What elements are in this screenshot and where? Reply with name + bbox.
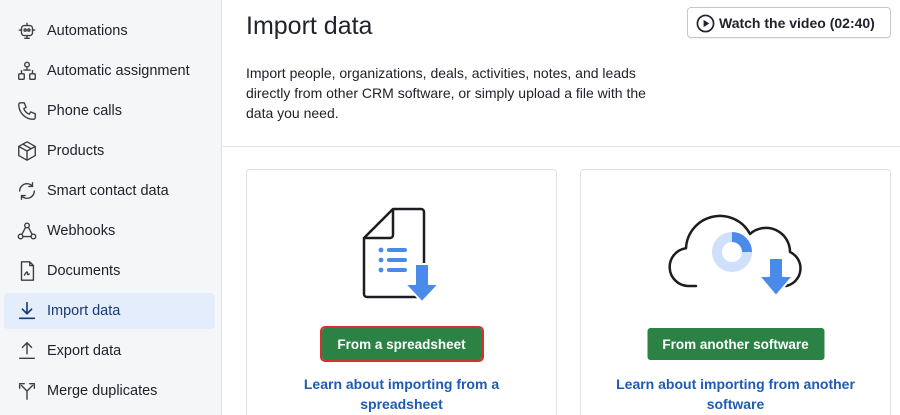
sidebar-item-label: Documents [47, 263, 121, 279]
sidebar-item-label: Automations [47, 23, 128, 39]
watch-video-label: Watch the video (02:40) [719, 15, 875, 31]
sidebar-item-phone-calls[interactable]: Phone calls [4, 93, 215, 129]
from-spreadsheet-button[interactable]: From a spreadsheet [319, 326, 484, 362]
sidebar-item-merge-duplicates[interactable]: Merge duplicates [4, 373, 215, 409]
sidebar-item-smart-contact-data[interactable]: Smart contact data [4, 173, 215, 209]
sidebar-item-label: Smart contact data [47, 183, 169, 199]
learn-spreadsheet-link[interactable]: Learn about importing from a spreadsheet [247, 374, 556, 414]
sidebar-item-label: Import data [47, 303, 121, 319]
document-icon [15, 259, 39, 283]
settings-sidebar: Automations Automatic assignment Phone c… [0, 0, 222, 415]
phone-icon [15, 99, 39, 123]
webhook-icon [15, 219, 39, 243]
automations-icon [15, 19, 39, 43]
box-icon [15, 139, 39, 163]
sync-icon [15, 179, 39, 203]
sidebar-item-import-data[interactable]: Import data [4, 293, 215, 329]
page-title: Import data [246, 12, 373, 40]
sidebar-item-documents[interactable]: Documents [4, 253, 215, 289]
watch-video-button[interactable]: Watch the video (02:40) [687, 7, 891, 38]
sidebar-item-label: Merge duplicates [47, 383, 158, 399]
sidebar-item-label: Automatic assignment [47, 63, 190, 79]
sidebar-item-label: Phone calls [47, 103, 122, 119]
sidebar-item-automations[interactable]: Automations [4, 13, 215, 49]
spreadsheet-file-icon [362, 207, 440, 303]
sidebar-item-export-data[interactable]: Export data [4, 333, 215, 369]
spreadsheet-import-card: From a spreadsheet Learn about importing… [246, 169, 557, 415]
upload-icon [15, 339, 39, 363]
cloud-download-icon [667, 214, 802, 297]
sidebar-item-label: Webhooks [47, 223, 116, 239]
sidebar-item-webhooks[interactable]: Webhooks [4, 213, 215, 249]
learn-software-link[interactable]: Learn about importing from another softw… [581, 374, 890, 414]
sidebar-item-products[interactable]: Products [4, 133, 215, 169]
assignment-icon [15, 59, 39, 83]
sidebar-item-automatic-assignment[interactable]: Automatic assignment [4, 53, 215, 89]
divider [223, 146, 900, 147]
main-content: Import data Watch the video (02:40) Impo… [223, 0, 900, 415]
sidebar-item-label: Export data [47, 343, 122, 359]
merge-icon [15, 379, 39, 403]
download-icon [15, 299, 39, 323]
intro-text: Import people, organizations, deals, act… [246, 65, 646, 121]
from-another-software-button[interactable]: From another software [647, 328, 824, 360]
software-import-card: From another software Learn about import… [580, 169, 891, 415]
sidebar-item-label: Products [47, 143, 105, 159]
play-icon [696, 14, 715, 33]
